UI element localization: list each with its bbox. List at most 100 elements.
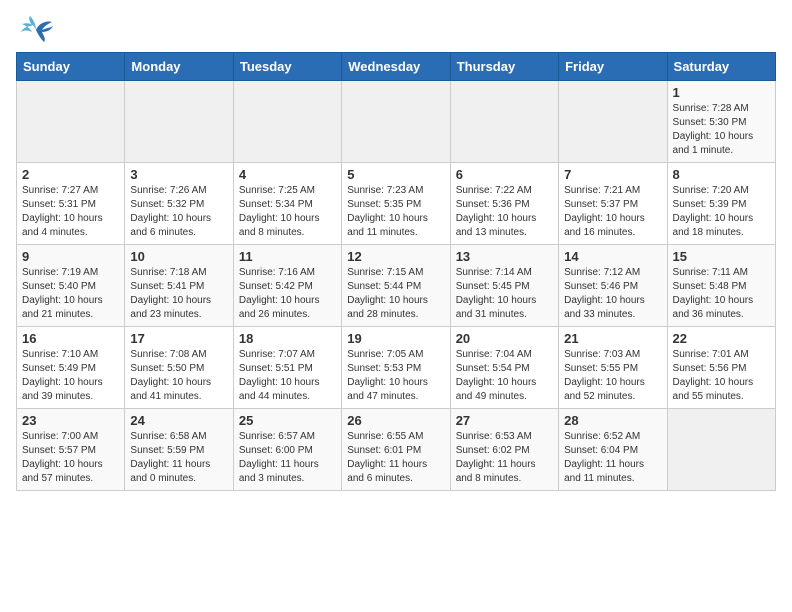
logo [16,16,54,44]
day-number: 23 [22,413,119,428]
calendar-cell [233,81,341,163]
day-number: 21 [564,331,661,346]
day-number: 8 [673,167,770,182]
day-info: Sunrise: 7:14 AM Sunset: 5:45 PM Dayligh… [456,266,553,322]
calendar-table: SundayMondayTuesdayWednesdayThursdayFrid… [16,52,776,491]
day-number: 7 [564,167,661,182]
day-number: 5 [347,167,444,182]
calendar-header-row: SundayMondayTuesdayWednesdayThursdayFrid… [17,53,776,81]
col-header-wednesday: Wednesday [342,53,450,81]
day-info: Sunrise: 6:52 AM Sunset: 6:04 PM Dayligh… [564,430,661,486]
day-number: 4 [239,167,336,182]
day-info: Sunrise: 6:57 AM Sunset: 6:00 PM Dayligh… [239,430,336,486]
calendar-cell: 14 Sunrise: 7:12 AM Sunset: 5:46 PM Dayli… [559,245,667,327]
day-number: 12 [347,249,444,264]
page-header [16,16,776,44]
col-header-tuesday: Tuesday [233,53,341,81]
day-number: 20 [456,331,553,346]
col-header-saturday: Saturday [667,53,775,81]
day-info: Sunrise: 7:21 AM Sunset: 5:37 PM Dayligh… [564,184,661,240]
calendar-cell: 13 Sunrise: 7:14 AM Sunset: 5:45 PM Dayli… [450,245,558,327]
calendar-cell: 1 Sunrise: 7:28 AM Sunset: 5:30 PM Daylig… [667,81,775,163]
calendar-week-row: 23 Sunrise: 7:00 AM Sunset: 5:57 PM Dayli… [17,409,776,491]
day-info: Sunrise: 7:10 AM Sunset: 5:49 PM Dayligh… [22,348,119,404]
day-info: Sunrise: 7:27 AM Sunset: 5:31 PM Dayligh… [22,184,119,240]
day-info: Sunrise: 7:05 AM Sunset: 5:53 PM Dayligh… [347,348,444,404]
day-info: Sunrise: 6:53 AM Sunset: 6:02 PM Dayligh… [456,430,553,486]
calendar-cell: 3Sunrise: 7:26 AM Sunset: 5:32 PM Daylig… [125,163,233,245]
day-number: 26 [347,413,444,428]
calendar-cell: 9 Sunrise: 7:19 AM Sunset: 5:40 PM Daylig… [17,245,125,327]
day-number: 1 [673,85,770,100]
day-number: 2 [22,167,119,182]
calendar-cell: 19 Sunrise: 7:05 AM Sunset: 5:53 PM Dayli… [342,327,450,409]
calendar-cell: 7 Sunrise: 7:21 AM Sunset: 5:37 PM Daylig… [559,163,667,245]
calendar-cell [125,81,233,163]
day-number: 3 [130,167,227,182]
calendar-cell: 12Sunrise: 7:15 AM Sunset: 5:44 PM Dayli… [342,245,450,327]
calendar-cell: 17 Sunrise: 7:08 AM Sunset: 5:50 PM Dayli… [125,327,233,409]
col-header-friday: Friday [559,53,667,81]
day-number: 22 [673,331,770,346]
calendar-cell: 26 Sunrise: 6:55 AM Sunset: 6:01 PM Dayli… [342,409,450,491]
day-info: Sunrise: 6:55 AM Sunset: 6:01 PM Dayligh… [347,430,444,486]
calendar-cell: 5Sunrise: 7:23 AM Sunset: 5:35 PM Daylig… [342,163,450,245]
col-header-thursday: Thursday [450,53,558,81]
day-info: Sunrise: 7:00 AM Sunset: 5:57 PM Dayligh… [22,430,119,486]
day-number: 19 [347,331,444,346]
day-info: Sunrise: 7:16 AM Sunset: 5:42 PM Dayligh… [239,266,336,322]
day-info: Sunrise: 7:04 AM Sunset: 5:54 PM Dayligh… [456,348,553,404]
calendar-week-row: 16 Sunrise: 7:10 AM Sunset: 5:49 PM Dayli… [17,327,776,409]
day-info: Sunrise: 7:22 AM Sunset: 5:36 PM Dayligh… [456,184,553,240]
day-info: Sunrise: 7:08 AM Sunset: 5:50 PM Dayligh… [130,348,227,404]
calendar-cell: 8 Sunrise: 7:20 AM Sunset: 5:39 PM Daylig… [667,163,775,245]
logo-bird-icon [18,16,54,44]
calendar-cell: 22 Sunrise: 7:01 AM Sunset: 5:56 PM Dayli… [667,327,775,409]
calendar-cell [559,81,667,163]
day-info: Sunrise: 6:58 AM Sunset: 5:59 PM Dayligh… [130,430,227,486]
day-number: 17 [130,331,227,346]
calendar-week-row: 1 Sunrise: 7:28 AM Sunset: 5:30 PM Daylig… [17,81,776,163]
day-info: Sunrise: 7:11 AM Sunset: 5:48 PM Dayligh… [673,266,770,322]
col-header-monday: Monday [125,53,233,81]
day-number: 24 [130,413,227,428]
calendar-cell: 6 Sunrise: 7:22 AM Sunset: 5:36 PM Daylig… [450,163,558,245]
day-number: 9 [22,249,119,264]
calendar-cell [17,81,125,163]
day-info: Sunrise: 7:07 AM Sunset: 5:51 PM Dayligh… [239,348,336,404]
calendar-week-row: 9 Sunrise: 7:19 AM Sunset: 5:40 PM Daylig… [17,245,776,327]
day-info: Sunrise: 7:03 AM Sunset: 5:55 PM Dayligh… [564,348,661,404]
calendar-cell: 27 Sunrise: 6:53 AM Sunset: 6:02 PM Dayli… [450,409,558,491]
calendar-cell: 28 Sunrise: 6:52 AM Sunset: 6:04 PM Dayli… [559,409,667,491]
day-info: Sunrise: 7:20 AM Sunset: 5:39 PM Dayligh… [673,184,770,240]
calendar-cell [450,81,558,163]
calendar-cell [342,81,450,163]
day-info: Sunrise: 7:28 AM Sunset: 5:30 PM Dayligh… [673,102,770,158]
calendar-week-row: 2 Sunrise: 7:27 AM Sunset: 5:31 PM Daylig… [17,163,776,245]
day-number: 16 [22,331,119,346]
day-number: 11 [239,249,336,264]
calendar-cell: 4 Sunrise: 7:25 AM Sunset: 5:34 PM Daylig… [233,163,341,245]
day-number: 14 [564,249,661,264]
day-info: Sunrise: 7:01 AM Sunset: 5:56 PM Dayligh… [673,348,770,404]
calendar-cell: 25 Sunrise: 6:57 AM Sunset: 6:00 PM Dayli… [233,409,341,491]
day-number: 25 [239,413,336,428]
day-number: 15 [673,249,770,264]
day-number: 10 [130,249,227,264]
calendar-cell: 21 Sunrise: 7:03 AM Sunset: 5:55 PM Dayli… [559,327,667,409]
day-info: Sunrise: 7:12 AM Sunset: 5:46 PM Dayligh… [564,266,661,322]
day-info: Sunrise: 7:18 AM Sunset: 5:41 PM Dayligh… [130,266,227,322]
calendar-cell: 24 Sunrise: 6:58 AM Sunset: 5:59 PM Dayli… [125,409,233,491]
day-number: 28 [564,413,661,428]
day-number: 27 [456,413,553,428]
day-info: Sunrise: 7:19 AM Sunset: 5:40 PM Dayligh… [22,266,119,322]
calendar-cell: 15 Sunrise: 7:11 AM Sunset: 5:48 PM Dayli… [667,245,775,327]
calendar-cell: 23 Sunrise: 7:00 AM Sunset: 5:57 PM Dayli… [17,409,125,491]
day-number: 6 [456,167,553,182]
day-info: Sunrise: 7:25 AM Sunset: 5:34 PM Dayligh… [239,184,336,240]
calendar-cell: 11 Sunrise: 7:16 AM Sunset: 5:42 PM Dayli… [233,245,341,327]
calendar-cell: 10 Sunrise: 7:18 AM Sunset: 5:41 PM Dayli… [125,245,233,327]
calendar-cell: 20 Sunrise: 7:04 AM Sunset: 5:54 PM Dayli… [450,327,558,409]
day-number: 13 [456,249,553,264]
calendar-cell: 2 Sunrise: 7:27 AM Sunset: 5:31 PM Daylig… [17,163,125,245]
